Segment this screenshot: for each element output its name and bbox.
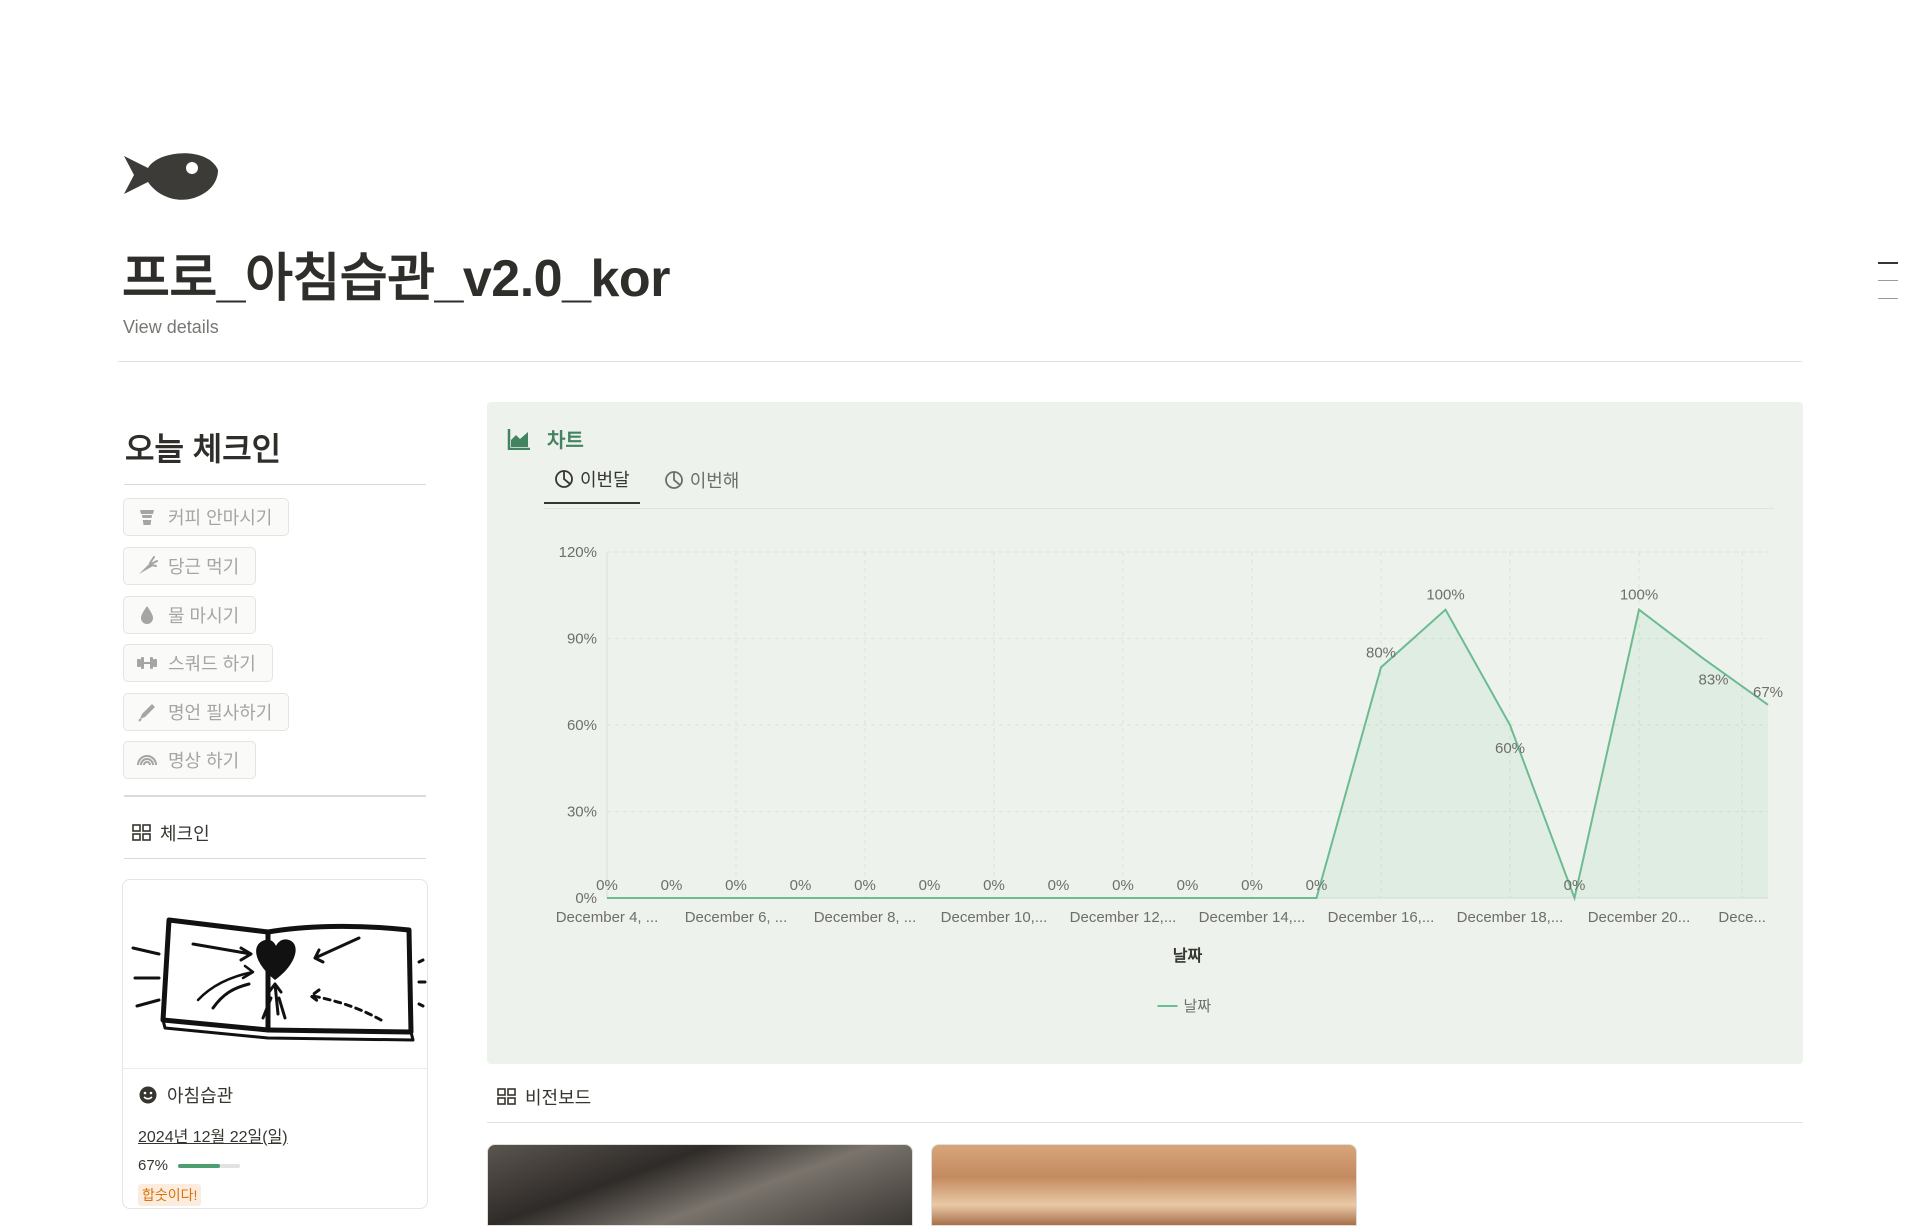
habit-label: 명언 필사하기 [168, 703, 273, 723]
view-tab-label: 비전보드 [525, 1088, 592, 1108]
book-heart-illustration [123, 917, 427, 1069]
x-axis-title: 날짜 [1173, 947, 1203, 965]
status-badge: 합숫이다! [138, 1184, 202, 1206]
dumbbell-icon [137, 657, 157, 669]
view-tab-label: 체크인 [160, 824, 210, 844]
habit-label: 명상 하기 [168, 751, 240, 771]
card-date: 2024년 12월 22일(일) [138, 1129, 288, 1146]
habit-label: 물 마시기 [168, 606, 240, 626]
checkin-heading: 오늘 체크인 [125, 431, 282, 467]
data-label: 0% [1564, 877, 1586, 894]
data-label: 100% [1620, 587, 1658, 604]
progress-fill [178, 1163, 220, 1168]
data-label: 0% [983, 877, 1005, 894]
toc-mark[interactable] [1878, 280, 1898, 281]
y-tick-label: 90% [567, 631, 597, 648]
habit-button-no-coffee[interactable]: 커피 안마시기 [123, 498, 290, 536]
x-tick-label: Dece... [1718, 909, 1766, 926]
y-tick-label: 60% [567, 717, 597, 734]
coffee-cup-icon [140, 510, 154, 525]
checkin-card[interactable]: 아침습관 2024년 12월 22일(일) 67% 합숫이다! [122, 879, 428, 1209]
habit-button-drink-water[interactable]: 물 마시기 [123, 596, 257, 634]
tab-this-month[interactable]: 이번달 [544, 466, 640, 504]
x-tick-label: December 18,... [1457, 909, 1564, 926]
data-label: 0% [1306, 877, 1328, 894]
chart-panel: 0% 30% 60% 90% 120% 0% 0% 0% 0% 0% 0% 0% 0% 0% 0% 0% 0% 8… [487, 402, 1803, 1064]
x-tick-label: December 12,... [1070, 909, 1177, 926]
vision-card-image[interactable] [931, 1144, 1357, 1226]
data-label: 0% [1048, 877, 1070, 894]
habit-button-eat-carrot[interactable]: 당근 먹기 [123, 547, 257, 585]
x-tick-label: December 20... [1588, 909, 1691, 926]
legend-label: 날짜 [1184, 998, 1212, 1015]
card-title-row[interactable]: 아침습관 [139, 1082, 233, 1108]
data-label: 0% [596, 877, 618, 894]
section-divider [124, 795, 426, 797]
data-label: 0% [919, 877, 941, 894]
area-fill [607, 609, 1768, 898]
gallery-view-icon [497, 1088, 516, 1105]
data-label: 0% [1177, 877, 1199, 894]
view-details-link[interactable]: View details [123, 317, 219, 338]
vision-card-image[interactable] [487, 1144, 913, 1226]
habit-button-meditate[interactable]: 명상 하기 [123, 741, 257, 779]
water-drop-icon [141, 606, 153, 624]
chart-title: 차트 [547, 430, 584, 452]
toc-mark[interactable] [1878, 298, 1898, 299]
section-divider [124, 858, 426, 859]
habit-label: 당근 먹기 [168, 557, 240, 577]
view-tab-checkin[interactable]: 체크인 [132, 820, 210, 846]
smiley-icon [139, 1086, 157, 1104]
tabs-divider [544, 508, 1774, 509]
toc-mark[interactable] [1878, 262, 1898, 264]
data-label: 0% [1241, 877, 1263, 894]
y-tick-label: 30% [567, 804, 597, 821]
view-tab-vision-board[interactable]: 비전보드 [497, 1084, 591, 1110]
habit-label: 커피 안마시기 [168, 508, 273, 528]
chart-tabs: 이번달 이번해 [544, 466, 749, 504]
y-tick-label: 0% [575, 890, 597, 907]
habit-button-squat[interactable]: 스쿼드 하기 [123, 644, 273, 682]
data-label: 0% [725, 877, 747, 894]
section-divider [487, 1122, 1803, 1123]
header-divider [118, 361, 1802, 362]
data-label: 0% [1112, 877, 1134, 894]
data-label: 0% [790, 877, 812, 894]
card-progress-row: 67% [138, 1157, 241, 1174]
data-label: 67% [1753, 684, 1783, 701]
data-label: 0% [661, 877, 683, 894]
page-title: 프로_아침습관_v2.0_kor [122, 250, 670, 308]
data-label: 100% [1426, 587, 1464, 604]
gallery-view-icon [132, 824, 151, 841]
x-tick-label: December 4, ... [556, 909, 659, 926]
progress-label: 67% [138, 1157, 169, 1174]
data-label: 83% [1698, 672, 1728, 689]
habit-label: 스쿼드 하기 [168, 654, 256, 674]
data-label: 0% [854, 877, 876, 894]
section-divider [124, 484, 426, 485]
carrot-icon [139, 556, 158, 574]
habit-button-copy-quote[interactable]: 명언 필사하기 [123, 693, 290, 731]
data-label: 60% [1495, 740, 1525, 757]
area-chart-icon [507, 428, 530, 450]
tab-label: 이번달 [580, 470, 630, 490]
x-tick-label: December 10,... [941, 909, 1048, 926]
progress-track [178, 1163, 241, 1168]
rainbow-icon [137, 755, 157, 766]
tab-this-year[interactable]: 이번해 [654, 466, 750, 504]
pie-chart-icon [664, 471, 683, 489]
y-tick-label: 120% [559, 544, 597, 561]
x-tick-label: December 6, ... [685, 909, 788, 926]
tab-label: 이번해 [689, 471, 740, 491]
fish-icon[interactable] [122, 144, 222, 204]
x-tick-label: December 8, ... [814, 909, 917, 926]
card-title: 아침습관 [167, 1086, 234, 1106]
x-tick-label: December 16,... [1328, 909, 1435, 926]
pie-chart-icon [555, 470, 573, 488]
pen-icon [138, 704, 155, 722]
x-tick-label: December 14,... [1199, 909, 1306, 926]
data-label: 80% [1366, 644, 1396, 661]
chart-header: 차트 [507, 424, 584, 453]
